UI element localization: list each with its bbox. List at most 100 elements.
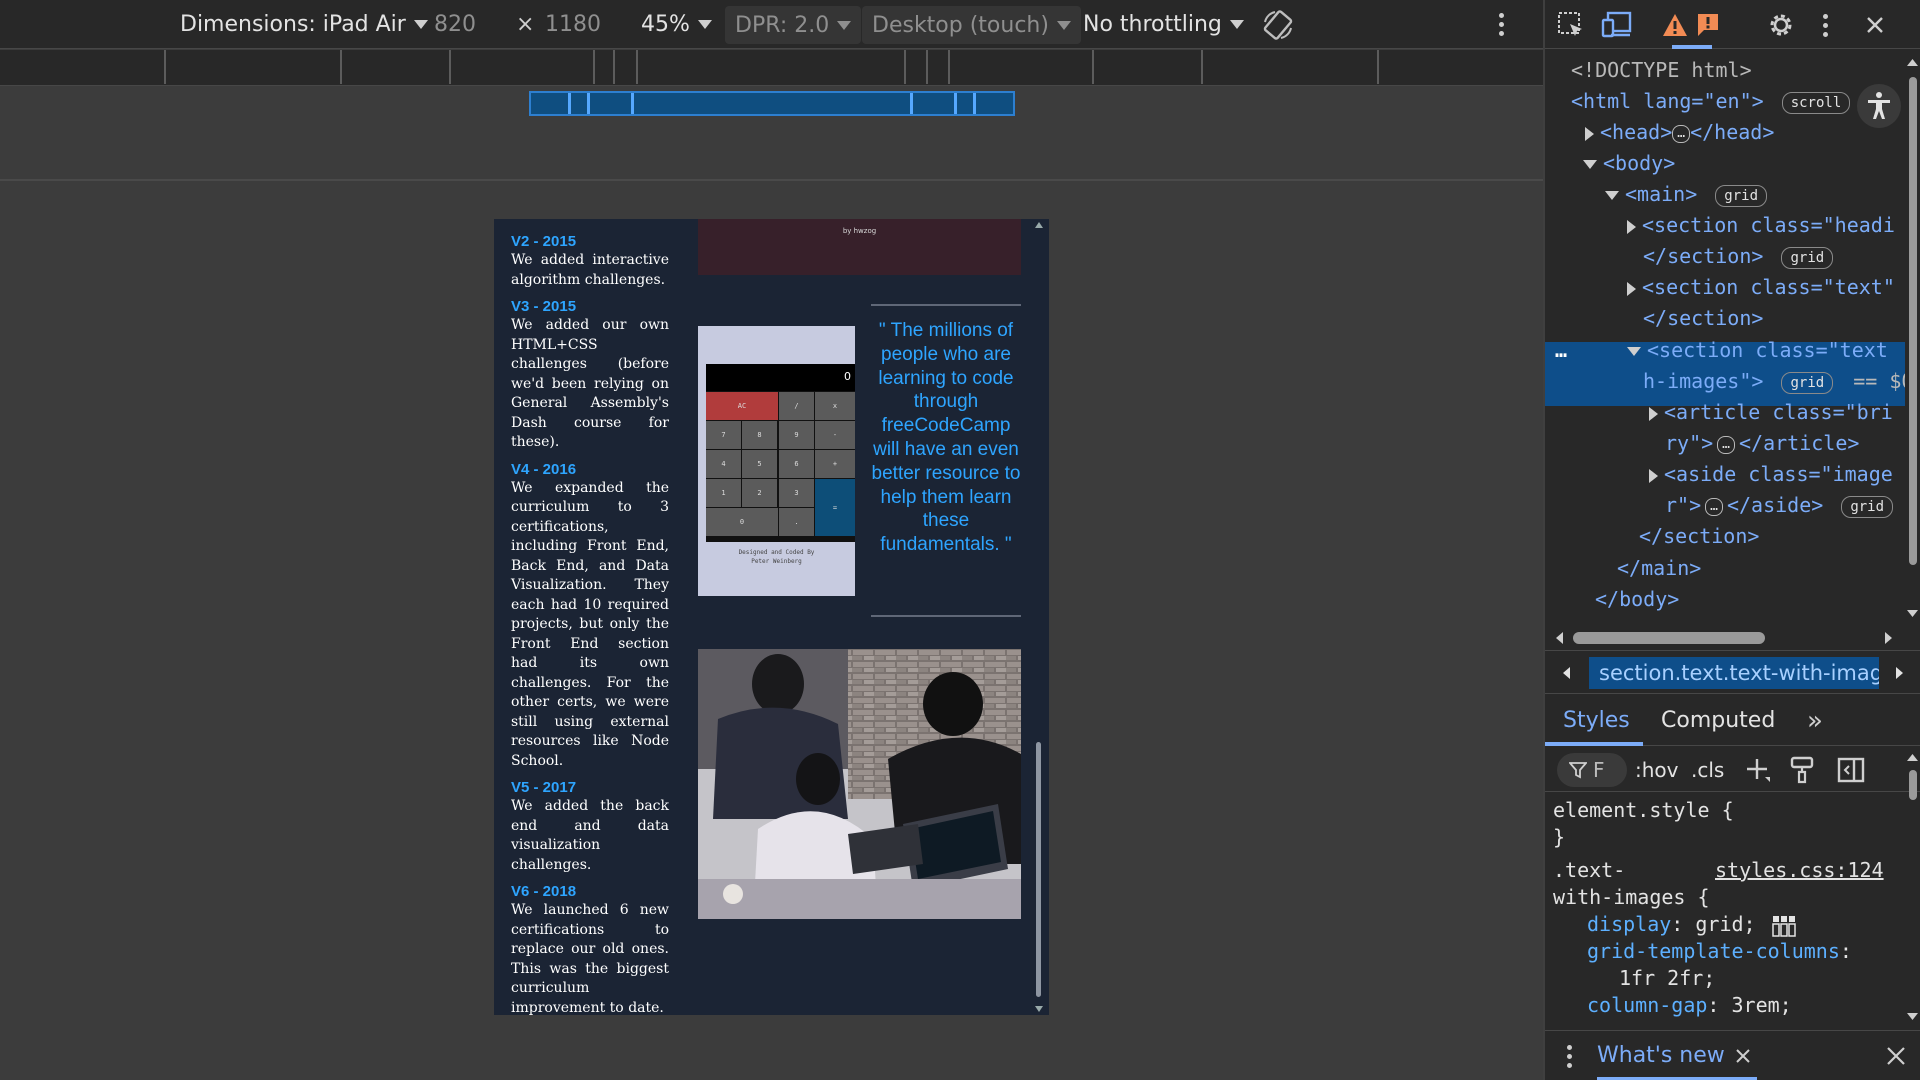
scroll-down-arrow-icon[interactable] xyxy=(1035,1006,1043,1012)
rule-selector[interactable]: .text- xyxy=(1553,857,1625,884)
device-toolbar-toggle[interactable] xyxy=(1599,8,1635,42)
elements-horizontal-scrollbar[interactable] xyxy=(1545,628,1905,648)
section-close-node[interactable]: </section> xyxy=(1643,303,1763,333)
scrollbar-thumb[interactable] xyxy=(1909,770,1917,800)
head-node[interactable]: <head>… </head> xyxy=(1585,117,1774,147)
doctype-node[interactable]: <!DOCTYPE html> xyxy=(1571,55,1752,85)
body-close-node[interactable]: </body> xyxy=(1595,584,1679,614)
section-heading-node[interactable]: <section class="headi xyxy=(1627,210,1895,240)
article-node[interactable]: <article class="bri xyxy=(1649,397,1893,427)
scrollbar-thumb[interactable] xyxy=(1036,742,1041,997)
css-property[interactable]: grid-template-columns xyxy=(1587,939,1840,963)
css-value-grid-template[interactable]: 1fr 2fr; xyxy=(1619,965,1715,992)
expand-arrow-icon[interactable] xyxy=(1627,219,1636,234)
drawer-menu-icon[interactable] xyxy=(1567,1043,1572,1069)
accessibility-button[interactable] xyxy=(1857,84,1901,128)
close-icon[interactable] xyxy=(1735,1048,1751,1064)
stylesheet-link[interactable]: styles.css:124 xyxy=(1715,857,1884,884)
media-query-bar[interactable] xyxy=(529,91,1015,116)
section-close-node[interactable]: </section> xyxy=(1639,521,1759,551)
close-drawer-icon[interactable] xyxy=(1885,1045,1907,1067)
rotate-button[interactable] xyxy=(1258,0,1298,49)
main-close-node[interactable]: </main> xyxy=(1617,553,1701,583)
css-property[interactable]: column-gap xyxy=(1587,993,1707,1017)
class-toggle[interactable]: .cls xyxy=(1691,748,1724,792)
issues-warning-button[interactable] xyxy=(1657,8,1693,42)
grid-badge[interactable]: grid xyxy=(1781,371,1834,394)
elements-vertical-scrollbar[interactable] xyxy=(1905,55,1920,621)
section-text-node[interactable]: <section class="text" xyxy=(1627,272,1895,302)
grid-badge[interactable]: grid xyxy=(1841,495,1894,518)
more-tabs-icon[interactable]: » xyxy=(1807,696,1823,746)
css-declaration-display[interactable]: display: grid; xyxy=(1587,911,1796,938)
media-query-marker[interactable] xyxy=(973,93,976,114)
media-query-marker[interactable] xyxy=(568,93,571,114)
dpr-dropdown[interactable]: DPR: 2.0 xyxy=(725,6,862,44)
styles-vertical-scrollbar[interactable] xyxy=(1905,748,1920,1028)
scroll-left-arrow-icon[interactable] xyxy=(1553,628,1565,648)
collapsed-ellipsis[interactable]: … xyxy=(1705,497,1723,516)
more-options-icon[interactable] xyxy=(1495,0,1507,49)
styles-pane[interactable]: element.style { } .text- styles.css:124 … xyxy=(1545,793,1905,1028)
media-query-marker[interactable] xyxy=(587,93,590,114)
media-query-marker[interactable] xyxy=(631,93,634,114)
grid-badge[interactable]: grid xyxy=(1781,246,1834,269)
scroll-up-arrow-icon[interactable] xyxy=(1905,752,1920,764)
elements-tree[interactable]: <!DOCTYPE html> <html lang="en"> scroll … xyxy=(1545,55,1905,621)
close-devtools-button[interactable] xyxy=(1857,8,1893,42)
styles-filter-input[interactable]: F xyxy=(1557,753,1627,787)
scroll-right-arrow-icon[interactable] xyxy=(1883,628,1895,648)
height-input[interactable]: 1180 xyxy=(545,0,601,49)
scroll-down-arrow-icon[interactable] xyxy=(1905,1010,1920,1022)
scrollbar-thumb[interactable] xyxy=(1573,632,1765,644)
expand-arrow-icon[interactable] xyxy=(1649,468,1658,483)
issues-error-button[interactable] xyxy=(1690,8,1726,42)
expand-arrow-icon[interactable] xyxy=(1627,281,1636,296)
aside-node[interactable]: <aside class="image xyxy=(1649,459,1893,489)
css-value[interactable]: 3rem; xyxy=(1732,993,1792,1017)
rule-selector-cont[interactable]: with-images { xyxy=(1553,884,1710,911)
media-query-marker[interactable] xyxy=(954,93,957,114)
collapse-arrow-icon[interactable] xyxy=(1627,347,1641,356)
scroll-down-arrow-icon[interactable] xyxy=(1905,607,1920,619)
css-declaration-grid-template[interactable]: grid-template-columns: xyxy=(1587,938,1852,965)
aside-node-cont[interactable]: r">… </aside> grid xyxy=(1665,490,1894,520)
css-declaration-column-gap[interactable]: column-gap: 3rem; xyxy=(1587,992,1792,1019)
css-property[interactable]: display xyxy=(1587,912,1671,936)
inspect-element-button[interactable] xyxy=(1553,8,1589,42)
tab-styles[interactable]: Styles xyxy=(1563,696,1630,746)
grid-badge[interactable]: grid xyxy=(1715,184,1768,207)
width-input[interactable]: 820 xyxy=(434,0,476,49)
throttling-dropdown[interactable]: No throttling xyxy=(1083,0,1244,49)
section-close-node[interactable]: </section> grid xyxy=(1643,241,1834,271)
section-text-with-images-node-cont[interactable]: h-images"> grid == $0 xyxy=(1643,366,1905,396)
scroll-up-arrow-icon[interactable] xyxy=(1905,57,1920,69)
main-node[interactable]: <main> grid xyxy=(1605,179,1768,209)
css-value[interactable]: grid; xyxy=(1695,912,1755,936)
article-node-cont[interactable]: ry">… </article> xyxy=(1665,428,1859,458)
tab-whats-new[interactable]: What's new xyxy=(1597,1031,1751,1080)
scroll-badge[interactable]: scroll xyxy=(1781,91,1851,114)
grid-editor-icon[interactable] xyxy=(1771,915,1796,937)
dimensions-dropdown[interactable]: Dimensions: iPad Air xyxy=(180,0,428,49)
toggle-sidebar-icon[interactable] xyxy=(1837,756,1865,784)
device-viewport[interactable]: V2 - 2015 We added interactive algorithm… xyxy=(494,219,1049,1015)
node-actions-dots[interactable]: … xyxy=(1555,335,1567,365)
zoom-dropdown[interactable]: 45% xyxy=(641,0,712,49)
new-style-rule-icon[interactable] xyxy=(1745,757,1771,783)
collapsed-ellipsis[interactable]: … xyxy=(1717,435,1735,454)
collapse-arrow-icon[interactable] xyxy=(1605,191,1619,200)
breadcrumb-right-arrow-icon[interactable] xyxy=(1893,663,1907,683)
collapsed-ellipsis[interactable]: … xyxy=(1672,124,1691,143)
paint-roller-icon[interactable] xyxy=(1789,756,1815,784)
section-text-with-images-node[interactable]: <section class="text xyxy=(1627,335,1888,365)
device-mode-dropdown[interactable]: Desktop (touch) xyxy=(862,6,1081,44)
breadcrumb-left-arrow-icon[interactable] xyxy=(1559,663,1573,683)
html-node[interactable]: <html lang="en"> scroll xyxy=(1571,86,1851,116)
element-style-selector[interactable]: element.style { xyxy=(1553,797,1734,824)
device-scrollbar[interactable] xyxy=(1030,219,1049,1015)
breadcrumb[interactable]: section.text.text-with-images xyxy=(1589,657,1879,689)
collapse-arrow-icon[interactable] xyxy=(1583,160,1597,169)
expand-arrow-icon[interactable] xyxy=(1585,126,1594,141)
customize-devtools-icon[interactable] xyxy=(1807,8,1843,42)
